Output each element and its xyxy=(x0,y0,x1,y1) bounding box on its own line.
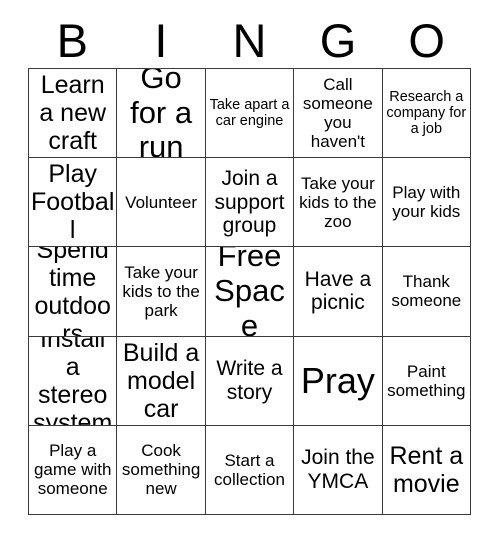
bingo-cell[interactable]: Join the YMCA xyxy=(294,425,383,515)
bingo-cell-label: Join a support group xyxy=(214,167,285,238)
bingo-cell-label: Write a story xyxy=(216,357,283,404)
bingo-cell[interactable]: Write a story xyxy=(205,336,295,426)
bingo-cell[interactable]: Start a collection xyxy=(205,425,295,515)
bingo-cell-label: Play with your kids xyxy=(392,183,461,222)
bingo-cell[interactable]: Take your kids to the park xyxy=(117,247,206,337)
bingo-cell-label: Install a stereo system xyxy=(33,336,113,426)
bingo-cell[interactable]: Play Football xyxy=(29,158,118,248)
bingo-card: B I N G O Learn a new craft Go for a run T… xyxy=(0,0,500,544)
bingo-cell[interactable]: Paint something xyxy=(382,336,471,426)
header-letter-g: G xyxy=(319,14,357,67)
bingo-cell[interactable]: Cook something new xyxy=(117,425,206,515)
bingo-cell[interactable]: Take your kids to the zoo xyxy=(294,158,383,248)
header-letter-n: N xyxy=(232,14,267,67)
bingo-cell[interactable]: Install a stereo system xyxy=(29,336,118,426)
bingo-cell-label: Call someone you haven't xyxy=(302,75,373,152)
bingo-cell[interactable]: Join a support group xyxy=(205,158,295,248)
bingo-cell[interactable]: Pray xyxy=(294,336,383,426)
bingo-cell-label: Spend time outdoors xyxy=(34,247,111,337)
bingo-cell-label: Join the YMCA xyxy=(301,446,375,493)
bingo-cell-free-space[interactable]: Free Space xyxy=(205,247,295,337)
bingo-cell-label: Take your kids to the zoo xyxy=(299,173,377,231)
bingo-cell[interactable]: Call someone you haven't xyxy=(294,69,383,159)
bingo-cell-label: Thank someone xyxy=(391,272,462,311)
bingo-cell[interactable]: Go for a run xyxy=(117,69,206,159)
bingo-cell[interactable]: Have a picnic xyxy=(294,247,383,337)
bingo-cell-label: Have a picnic xyxy=(304,267,372,315)
bingo-cell-label: Take your kids to the park xyxy=(122,262,200,320)
bingo-cell[interactable]: Spend time outdoors xyxy=(29,247,118,337)
bingo-cell[interactable]: Build a model car xyxy=(117,336,206,426)
bingo-cell[interactable]: Take apart a car engine xyxy=(205,69,295,159)
bingo-cell-label: Go for a run xyxy=(130,69,193,159)
bingo-cell[interactable]: Rent a movie xyxy=(382,425,471,515)
bingo-header: B I N G O xyxy=(28,8,471,66)
bingo-cell-label: Take apart a car engine xyxy=(209,96,290,130)
bingo-cell-label: Play a game with someone xyxy=(33,441,112,499)
bingo-cell[interactable]: Play with your kids xyxy=(382,158,471,248)
bingo-cell[interactable]: Play a game with someone xyxy=(29,425,118,515)
bingo-cell-label: Volunteer xyxy=(125,192,198,212)
bingo-cell-label: Build a model car xyxy=(122,338,200,423)
bingo-cell-label: Cook something new xyxy=(121,441,201,499)
bingo-cell[interactable]: Volunteer xyxy=(117,158,206,248)
bingo-cell-label: Play Football xyxy=(31,160,115,245)
header-letter-o: O xyxy=(408,14,445,67)
bingo-cell[interactable]: Research a company for a job xyxy=(382,69,471,159)
bingo-cell-label: Start a collection xyxy=(214,450,285,489)
bingo-cell-label: Research a company for a job xyxy=(386,88,467,138)
bingo-cell-label: Pray xyxy=(300,359,375,401)
bingo-grid: Learn a new craft Go for a run Take apart … xyxy=(28,68,471,515)
header-letter-i: I xyxy=(154,14,168,67)
bingo-cell[interactable]: Learn a new craft xyxy=(29,69,118,159)
bingo-cell-label: Learn a new craft xyxy=(39,71,107,156)
bingo-cell-label: Paint something xyxy=(387,361,466,400)
bingo-cell-label: Free Space xyxy=(214,247,285,337)
bingo-cell-label: Rent a movie xyxy=(389,441,464,498)
header-letter-b: B xyxy=(56,14,88,67)
bingo-cell[interactable]: Thank someone xyxy=(382,247,471,337)
